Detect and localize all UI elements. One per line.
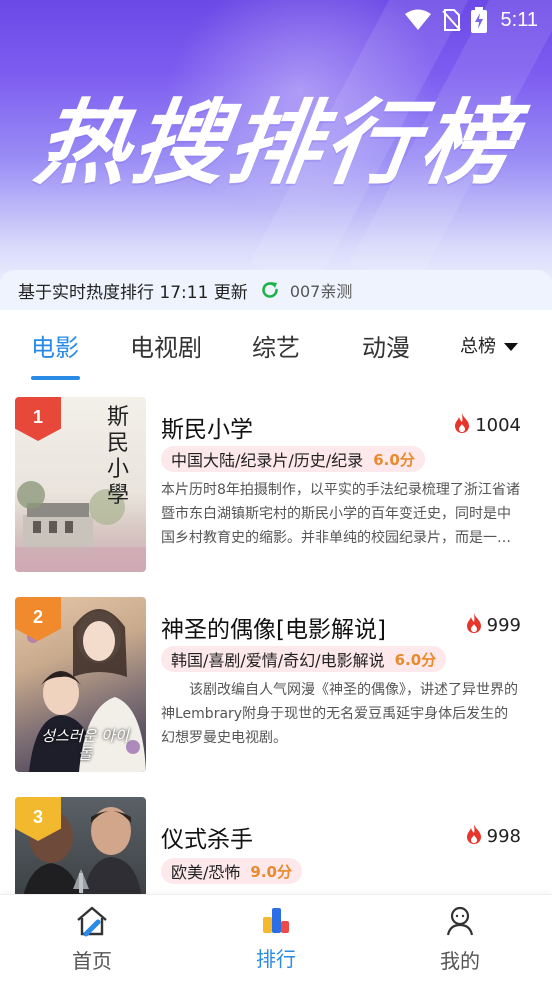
category-tabs: 电影 电视剧 综艺 动漫 总榜 <box>0 312 552 384</box>
poster-image: 성스러운 아이돌 2 <box>15 597 146 772</box>
list-item[interactable]: 3 仪式杀手 998 欧美/恐怖 9.0分 <box>0 784 552 894</box>
caret-down-icon <box>504 335 518 356</box>
tab-variety[interactable]: 综艺 <box>252 328 300 363</box>
heat-score: 998 <box>465 824 521 849</box>
heat-value: 1004 <box>475 415 521 436</box>
heat-score: 1004 <box>453 413 521 438</box>
item-tags: 欧美/恐怖 <box>171 863 241 882</box>
nav-ranking[interactable]: 排行 <box>226 905 326 972</box>
no-sim-icon <box>441 8 461 32</box>
tab-anime[interactable]: 动漫 <box>362 328 410 363</box>
ranking-type-dropdown[interactable]: 总榜 <box>460 332 518 358</box>
item-tags: 中国大陆/纪录片/历史/纪录 <box>171 451 364 470</box>
hero-title: 热搜排行榜 <box>29 90 525 197</box>
tab-movie[interactable]: 电影 <box>31 328 79 363</box>
nav-home-label: 首页 <box>72 949 112 973</box>
tag-pill: 中国大陆/纪录片/历史/纪录 6.0分 <box>161 446 425 472</box>
item-score: 6.0分 <box>394 650 437 669</box>
item-title: 斯民小学 <box>161 417 253 443</box>
tester-label: 007亲测 <box>289 282 353 301</box>
hero-banner: 5:11 热搜排行榜 <box>0 0 552 290</box>
ranking-icon <box>261 908 291 939</box>
nav-profile-label: 我的 <box>440 949 480 973</box>
item-description: 本片历时8年拍摄制作，以平实的手法纪录梳理了浙江省诸暨市东白湖镇斯宅村的斯民小学… <box>161 482 520 546</box>
status-bar: 5:11 <box>0 0 552 40</box>
tab-tv-series[interactable]: 电视剧 <box>130 328 202 363</box>
refresh-icon[interactable] <box>260 280 280 300</box>
item-tags: 韩国/喜剧/爱情/奇幻/电影解说 <box>171 651 385 670</box>
list-item[interactable]: 斯民小學 1 斯民小学 1004 中国大陆/纪录片/历史/纪录 6.0分 本片历… <box>0 384 552 574</box>
tag-pill: 欧美/恐怖 9.0分 <box>161 858 302 884</box>
status-time: 5:11 <box>500 8 538 31</box>
bottom-navigation: 首页 排行 我的 <box>0 894 552 981</box>
ranking-list: 斯民小學 1 斯民小学 1004 中国大陆/纪录片/历史/纪录 6.0分 本片历… <box>0 384 552 894</box>
item-score: 9.0分 <box>250 862 292 881</box>
item-title: 仪式杀手 <box>161 827 253 853</box>
nav-home[interactable]: 首页 <box>42 905 142 974</box>
item-description: 该剧改编自人气网漫《神圣的偶像》，讲述了异世界的神Lembrary附身于现世的无… <box>161 682 518 746</box>
item-title: 神圣的偶像[电影解说] <box>161 617 386 643</box>
update-bar: 基于实时热度排行 17:11 更新 007亲测 <box>0 270 552 310</box>
heat-value: 999 <box>486 615 521 636</box>
heat-score: 999 <box>465 613 521 638</box>
profile-icon <box>444 906 476 941</box>
poster-title: 성스러운 아이돌 <box>41 727 129 763</box>
update-text: 基于实时热度排行 17:11 更新 <box>18 282 248 303</box>
list-item[interactable]: 성스러운 아이돌 2 神圣的偶像[电影解说] 999 韩国/喜剧/爱情/奇幻/电… <box>0 584 552 774</box>
wifi-icon <box>404 9 431 31</box>
home-icon <box>75 906 109 941</box>
item-score: 6.0分 <box>373 450 415 469</box>
flame-icon <box>453 413 471 438</box>
heat-value: 998 <box>486 826 521 847</box>
flame-icon <box>465 824 483 849</box>
nav-profile[interactable]: 我的 <box>410 905 510 974</box>
ranking-type-value: 总榜 <box>460 336 496 357</box>
tag-pill: 韩国/喜剧/爱情/奇幻/电影解说 6.0分 <box>161 646 447 672</box>
nav-ranking-label: 排行 <box>256 947 296 971</box>
poster-image: 3 <box>15 797 146 894</box>
poster-image: 斯民小學 1 <box>15 397 146 572</box>
battery-charging-icon <box>470 7 487 33</box>
poster-title: 斯民小學 <box>107 405 130 508</box>
tab-active-indicator <box>31 376 80 380</box>
flame-icon <box>465 613 483 638</box>
